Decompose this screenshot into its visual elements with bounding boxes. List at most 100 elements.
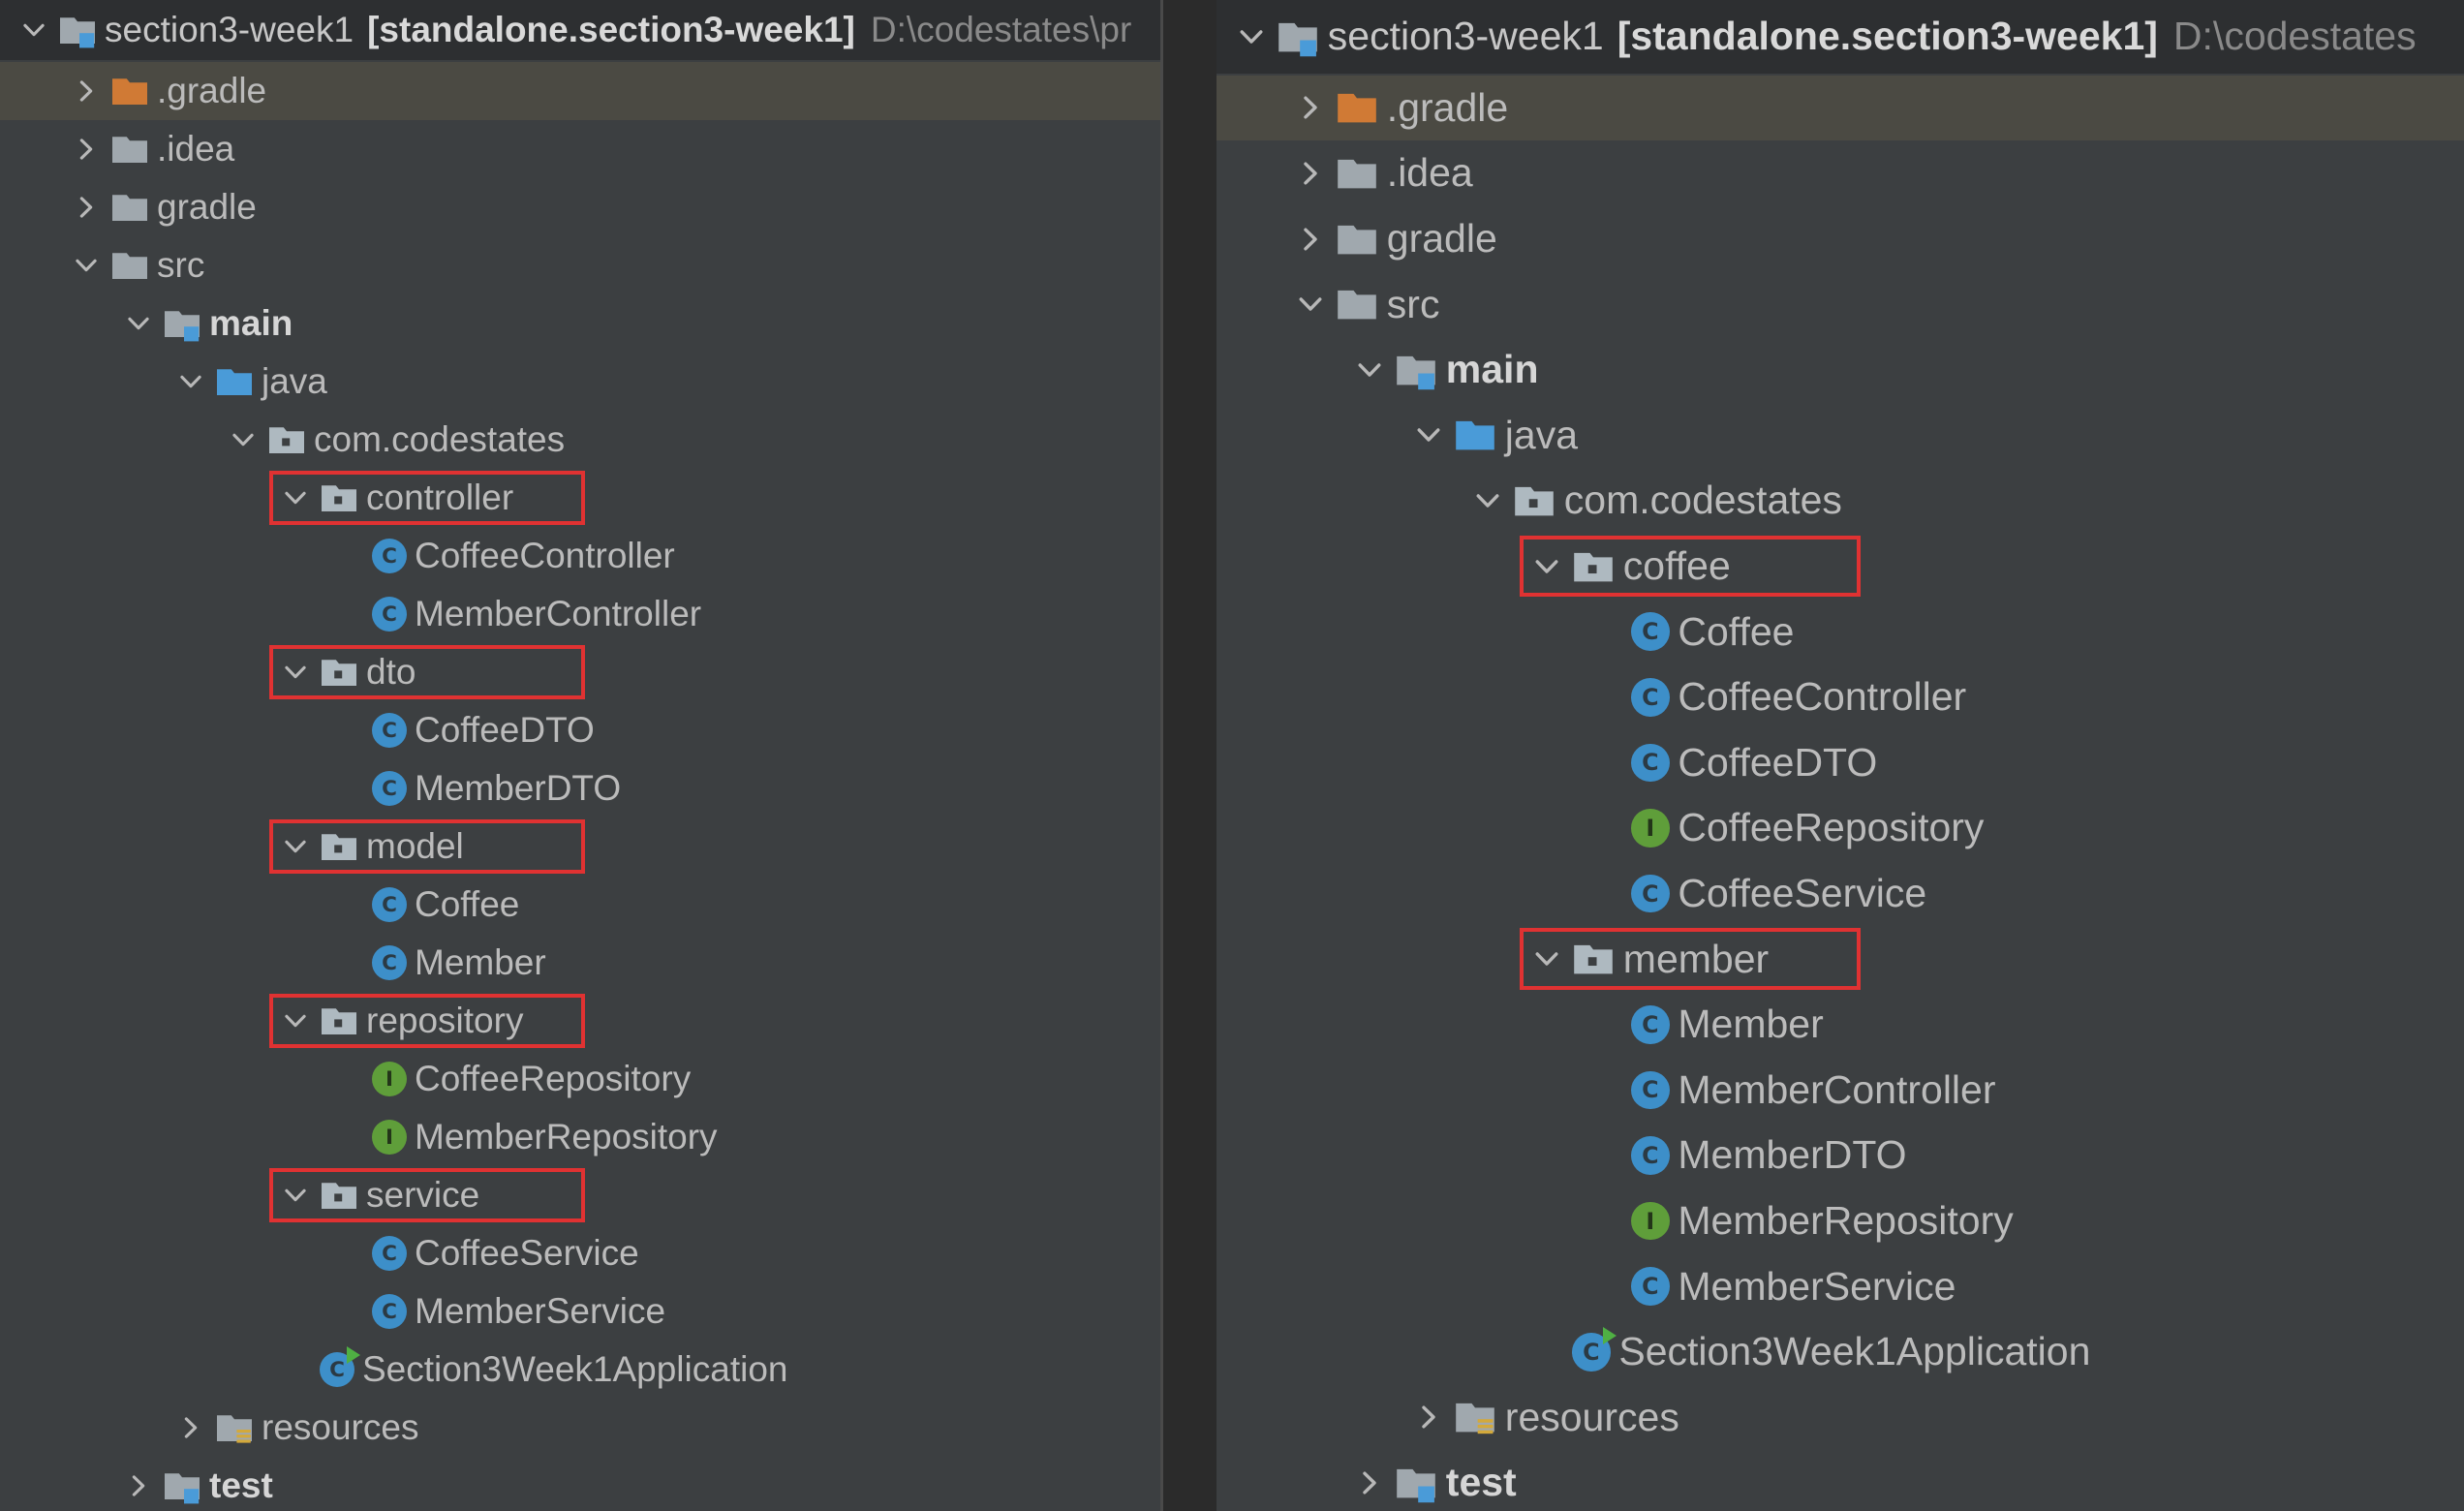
module-folder-icon <box>163 304 201 343</box>
tree-row[interactable]: C Member <box>1217 992 2464 1058</box>
tree-row[interactable]: src <box>0 236 1160 294</box>
interface-icon: I <box>1631 809 1670 848</box>
tree-row[interactable]: .gradle <box>1217 75 2464 141</box>
module-folder-icon <box>1277 15 1319 58</box>
class-icon: C <box>372 713 407 748</box>
chevron-right-icon[interactable] <box>178 1415 215 1440</box>
gradle-folder-icon <box>1336 86 1378 129</box>
tree-row[interactable]: C Member <box>0 934 1160 992</box>
tree-item-label: CoffeeController <box>415 536 675 575</box>
folder-icon <box>1336 218 1378 261</box>
chevron-down-icon[interactable] <box>1415 421 1454 448</box>
tree-row[interactable]: .gradle <box>0 62 1160 120</box>
class-icon: C <box>372 597 407 632</box>
chevron-right-icon[interactable] <box>74 137 110 162</box>
chevron-right-icon[interactable] <box>1297 226 1336 253</box>
tree-item-label: com.codestates <box>314 419 566 459</box>
tree-row[interactable]: java <box>0 353 1160 411</box>
chevron-right-icon[interactable] <box>1297 94 1336 121</box>
tree-row[interactable]: I MemberRepository <box>1217 1188 2464 1254</box>
chevron-down-icon[interactable] <box>126 311 163 336</box>
tree-row[interactable]: java <box>1217 403 2464 469</box>
tree-row[interactable]: C CoffeeController <box>1217 664 2464 730</box>
tree-row[interactable]: C CoffeeDTO <box>1217 730 2464 796</box>
tree-row[interactable]: .idea <box>0 120 1160 178</box>
class-icon: C <box>372 539 407 573</box>
tree-row[interactable]: C MemberController <box>0 585 1160 643</box>
folder-icon <box>110 246 149 285</box>
class-icon: C <box>1631 1136 1670 1175</box>
tree-row[interactable]: main <box>1217 337 2464 403</box>
tree-item-label: gradle <box>157 187 257 227</box>
chevron-down-icon[interactable] <box>1297 291 1336 318</box>
project-tree-after[interactable]: section3-week1 [standalone.section3-week1… <box>1217 0 2464 1511</box>
chevron-right-icon[interactable] <box>126 1473 163 1498</box>
tree-row[interactable]: C MemberService <box>1217 1253 2464 1319</box>
project-tree-before[interactable]: section3-week1 [standalone.section3-week1… <box>0 0 1160 1511</box>
chevron-right-icon[interactable] <box>1297 160 1336 187</box>
module-folder-icon <box>1395 349 1437 391</box>
chevron-down-icon[interactable] <box>1356 356 1395 384</box>
module-qualified-name: [standalone.section3-week1] <box>1617 14 2158 59</box>
class-icon: C <box>1631 612 1670 651</box>
tree-item-label: .gradle <box>157 71 267 110</box>
package-highlight-box <box>269 994 585 1048</box>
class-icon: C <box>1631 874 1670 913</box>
package-highlight-box <box>269 471 585 525</box>
tree-row[interactable]: I MemberRepository <box>0 1108 1160 1166</box>
class-icon: C <box>372 771 407 806</box>
tree-row[interactable]: src <box>1217 271 2464 337</box>
tree-row[interactable]: I CoffeeRepository <box>0 1050 1160 1108</box>
chevron-down-icon[interactable] <box>231 427 267 452</box>
tree-row[interactable]: test <box>1217 1450 2464 1511</box>
spring-app-icon: C <box>1572 1327 1617 1372</box>
tree-row[interactable]: C CoffeeService <box>0 1224 1160 1282</box>
tree-row[interactable]: C Section3Week1Application <box>0 1341 1160 1399</box>
chevron-right-icon[interactable] <box>1356 1469 1395 1496</box>
tree-row[interactable]: test <box>0 1457 1160 1511</box>
tree-row[interactable]: com.codestates <box>1217 468 2464 534</box>
chevron-right-icon[interactable] <box>1415 1403 1454 1431</box>
chevron-right-icon[interactable] <box>74 195 110 220</box>
tree-row[interactable]: C MemberDTO <box>1217 1123 2464 1188</box>
tree-item-label: Member <box>1678 1002 1824 1047</box>
chevron-down-icon[interactable] <box>1474 487 1513 514</box>
tree-item-label: src <box>1386 281 1440 326</box>
chevron-down-icon[interactable] <box>74 253 110 278</box>
chevron-down-icon[interactable] <box>21 17 58 43</box>
tree-row[interactable]: C Coffee <box>1217 599 2464 664</box>
class-icon: C <box>372 1236 407 1271</box>
chevron-right-icon[interactable] <box>74 78 110 104</box>
tree-row[interactable]: C MemberController <box>1217 1058 2464 1124</box>
class-icon: C <box>372 887 407 922</box>
tree-row[interactable]: C CoffeeService <box>1217 861 2464 927</box>
tree-row[interactable]: gradle <box>0 178 1160 236</box>
project-root-row[interactable]: section3-week1 [standalone.section3-week1… <box>1217 0 2464 74</box>
tree-row[interactable]: resources <box>0 1399 1160 1457</box>
project-root-row[interactable]: section3-week1 [standalone.section3-week1… <box>0 0 1160 60</box>
package-highlight-box <box>1520 535 1861 598</box>
chevron-down-icon[interactable] <box>178 369 215 394</box>
tree-row[interactable]: C Coffee <box>0 876 1160 934</box>
tree-row[interactable]: resources <box>1217 1385 2464 1451</box>
folder-icon <box>110 188 149 227</box>
tree-item-label: CoffeeRepository <box>415 1059 692 1098</box>
tree-item-label: resources <box>1504 1394 1679 1439</box>
tree-row[interactable]: main <box>0 294 1160 353</box>
tree-row[interactable]: C MemberDTO <box>0 759 1160 817</box>
tree-item-label: MemberRepository <box>415 1117 718 1156</box>
tree-item-label: MemberRepository <box>1678 1198 2014 1244</box>
class-icon: C <box>1631 1267 1670 1306</box>
tree-row[interactable]: com.codestates <box>0 411 1160 469</box>
tree-row[interactable]: C CoffeeDTO <box>0 701 1160 759</box>
tree-item-label: Coffee <box>415 884 520 924</box>
chevron-down-icon[interactable] <box>1238 23 1277 50</box>
tree-item-label: Section3Week1Application <box>1618 1329 2091 1374</box>
tree-row[interactable]: C Section3Week1Application <box>1217 1319 2464 1385</box>
tree-row[interactable]: gradle <box>1217 206 2464 272</box>
tree-row[interactable]: .idea <box>1217 140 2464 206</box>
tree-item-label: MemberController <box>415 594 702 633</box>
tree-row[interactable]: C CoffeeController <box>0 527 1160 585</box>
tree-row[interactable]: C MemberService <box>0 1282 1160 1341</box>
tree-row[interactable]: I CoffeeRepository <box>1217 795 2464 861</box>
